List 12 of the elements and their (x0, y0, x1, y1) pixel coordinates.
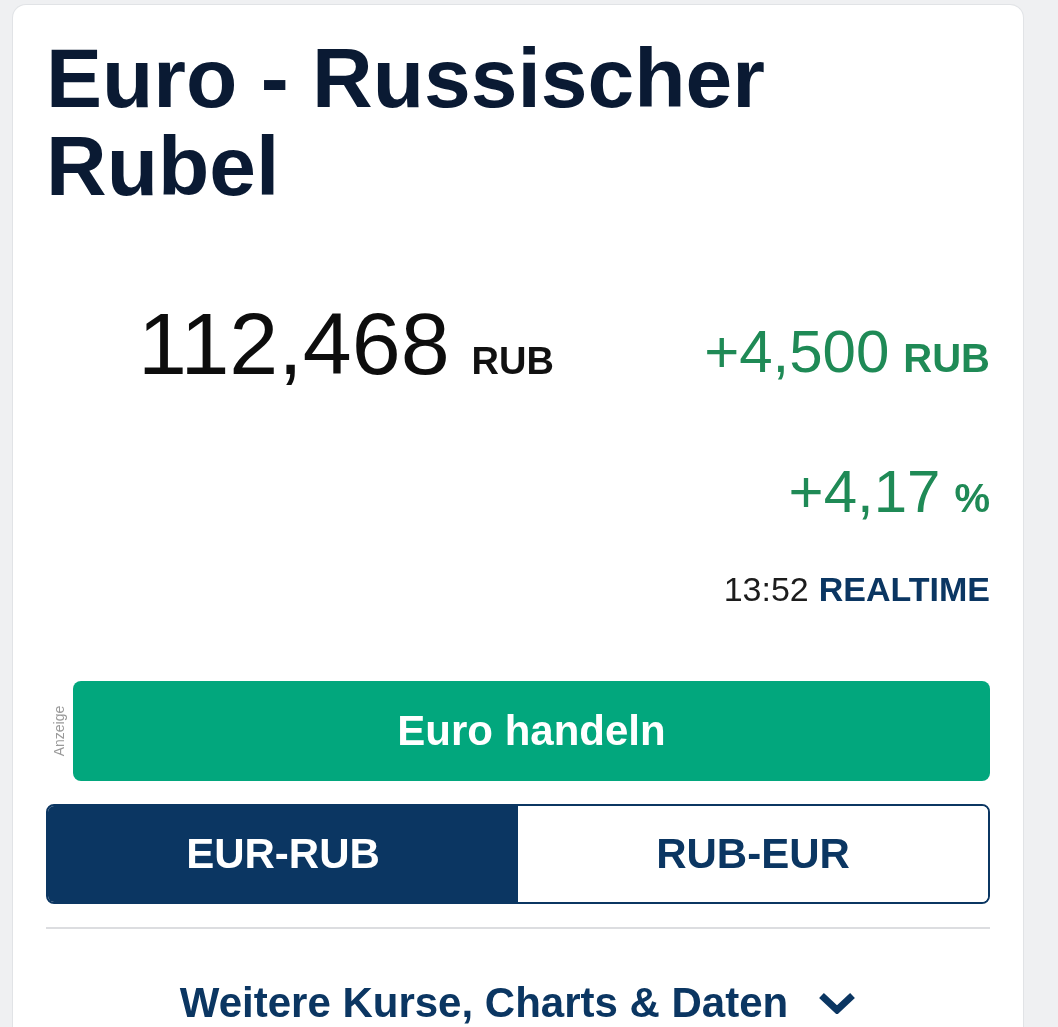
change-currency: RUB (903, 336, 990, 380)
price-value: 112,468 (138, 294, 450, 393)
price-currency: RUB (471, 340, 554, 382)
feed-label: REALTIME (818, 570, 990, 608)
change-value: +4,500 (704, 318, 890, 385)
ad-label: Anzeige (51, 705, 68, 757)
instrument-title: Euro - Russischer Rubel (46, 34, 766, 210)
percent-sign: % (954, 476, 990, 520)
more-data-link[interactable]: Weitere Kurse, Charts & Daten (179, 981, 857, 1025)
pair-tab[interactable]: EUR-RUB (48, 806, 518, 902)
quote-time: 13:52 (723, 570, 809, 608)
change-percent: +4,17 (788, 458, 941, 525)
